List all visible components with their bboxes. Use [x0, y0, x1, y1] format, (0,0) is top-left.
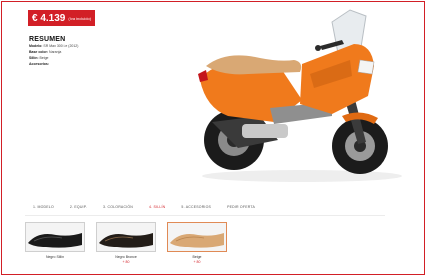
summary-panel: RESUMEN Modelo: SR Max 300 i.e (2012) Ba… [29, 36, 78, 67]
configurator-panel: € 4.139 (Iva incluido) RESUMEN Modelo: S… [1, 1, 425, 275]
seat-option-negro[interactable]: Negro Sillín [25, 222, 85, 264]
step-coloracion[interactable]: 3. COLORACIÓN [95, 205, 141, 209]
seat-option-name: Negro Bronce [115, 255, 137, 259]
scooter-image [198, 9, 402, 182]
seat-options: Negro Sillín Negro Bronce + 80 Beige + 8… [25, 222, 238, 264]
configurator-steps: 1. MODELO 2. EQUIP. 3. COLORACIÓN 4. SIL… [25, 201, 405, 213]
steps-divider [25, 215, 385, 216]
step-sillin[interactable]: 4. SILLÍN [141, 205, 173, 209]
seat-option-negro-bronce[interactable]: Negro Bronce + 80 [96, 222, 156, 264]
summary-value: SR Max 300 i.e (2012) [43, 44, 79, 48]
summary-value: Naranja [49, 50, 62, 54]
summary-value: Beige [39, 56, 49, 60]
summary-label: Modelo: [29, 44, 43, 48]
step-modelo[interactable]: 1. MODELO [25, 205, 62, 209]
summary-label: Accesorios: [29, 62, 50, 66]
seat-option-name: Negro Sillín [45, 255, 65, 259]
summary-title: RESUMEN [29, 36, 66, 43]
seat-option-name: Beige [192, 255, 202, 259]
seat-thumbnail [96, 222, 156, 252]
summary-row-seat: Sillín: Beige [29, 56, 78, 61]
seat-option-beige[interactable]: Beige + 80 [167, 222, 227, 264]
summary-row-model: Modelo: SR Max 300 i.e (2012) [29, 44, 78, 49]
seat-option-price: + 80 [193, 260, 201, 264]
step-accesorios[interactable]: 5. ACCESORIOS [173, 205, 219, 209]
step-equipamiento[interactable]: 2. EQUIP. [62, 205, 95, 209]
summary-label: Base color: [29, 50, 49, 54]
price-badge: € 4.139 (Iva incluido) [28, 10, 96, 26]
step-pedir-oferta[interactable]: PEDIR OFERTA [219, 205, 263, 209]
seat-thumbnail [25, 222, 85, 252]
price-note: (Iva incluido) [68, 15, 92, 21]
summary-row-color: Base color: Naranja [29, 50, 78, 55]
seat-thumbnail [167, 222, 227, 252]
price-value: € 4.139 [32, 12, 66, 24]
seat-option-price: + 80 [122, 260, 130, 264]
summary-label: Sillín: [29, 56, 39, 60]
summary-row-accessories: Accesorios: [29, 62, 78, 67]
